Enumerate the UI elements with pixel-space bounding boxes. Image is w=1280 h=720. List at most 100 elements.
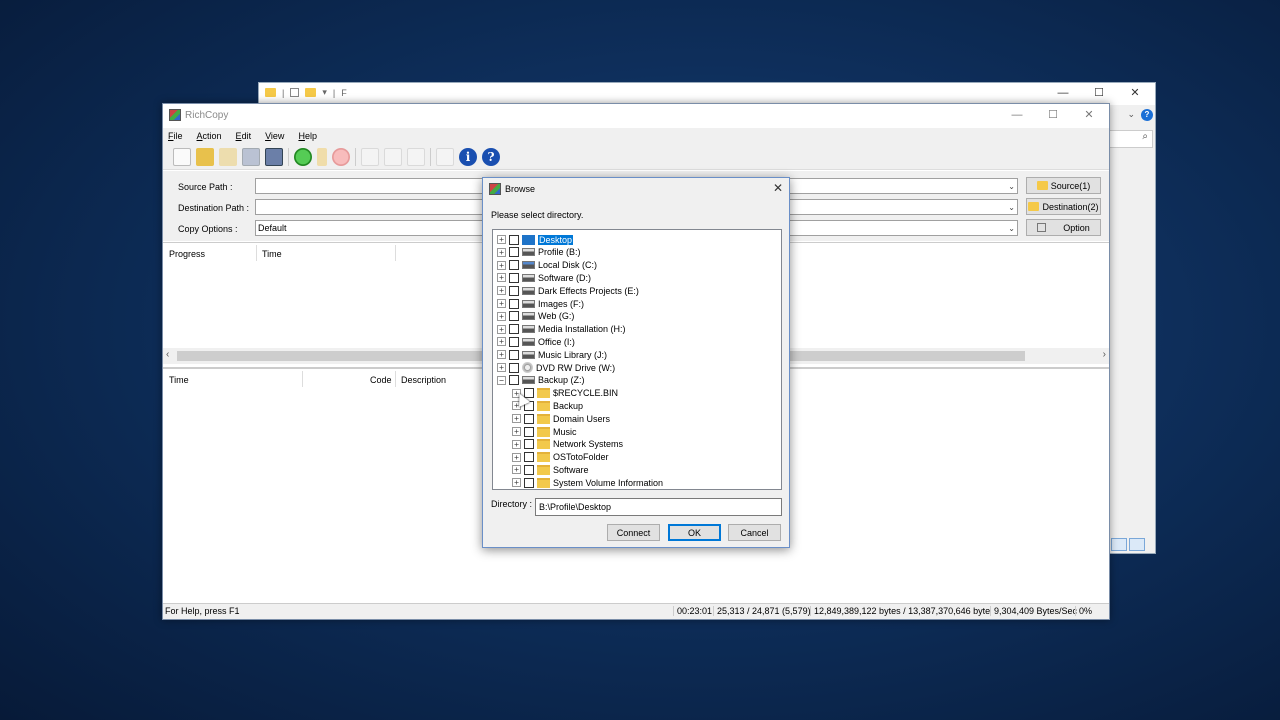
chevron-down-icon[interactable]: ⌄ — [1008, 201, 1015, 215]
tree-node[interactable]: + Music Library (J:) — [497, 348, 607, 361]
expand-ribbon-icon[interactable]: ⌄ — [1127, 109, 1135, 120]
checkbox[interactable] — [524, 477, 534, 488]
tree-node-label[interactable]: Images (F:) — [538, 299, 584, 309]
search-input[interactable]: ⌕ — [1109, 130, 1153, 148]
source-button[interactable]: Source(1) — [1026, 177, 1101, 194]
expand-icon[interactable]: + — [497, 273, 506, 283]
checkbox[interactable] — [509, 285, 519, 296]
expand-icon[interactable]: + — [497, 363, 506, 372]
expand-icon[interactable]: + — [512, 478, 521, 488]
tree-node[interactable]: + Media Installation (H:) — [497, 323, 626, 336]
copy-icon[interactable] — [384, 147, 402, 166]
connect-button[interactable]: Connect — [607, 524, 660, 541]
properties-icon[interactable] — [436, 147, 454, 166]
directory-tree[interactable]: + Desktop + Profile (B:) + Local Disk (C:) + So… — [492, 229, 782, 490]
minimize-button[interactable]: — — [1045, 87, 1081, 99]
destination-button[interactable]: Destination(2) — [1026, 198, 1101, 215]
expand-icon[interactable]: + — [497, 311, 506, 321]
tree-node[interactable]: + System Volume Information — [512, 476, 663, 489]
checkbox[interactable] — [509, 375, 519, 386]
column-log-time[interactable]: Time — [169, 375, 189, 385]
checkbox[interactable] — [509, 260, 519, 271]
tree-node[interactable]: + Network Systems — [512, 438, 623, 451]
maximize-button[interactable]: ☐ — [1035, 108, 1071, 121]
column-progress[interactable]: Progress — [169, 249, 205, 259]
tree-node-label[interactable]: Music — [553, 427, 577, 437]
tree-node[interactable]: + OSTotoFolder — [512, 451, 609, 464]
tree-node-label[interactable]: $RECYCLE.BIN — [553, 388, 618, 398]
tree-node[interactable]: + Web (G:) — [497, 310, 574, 323]
open-folder-icon[interactable] — [196, 147, 214, 166]
column-code[interactable]: Code — [370, 375, 392, 385]
tree-node[interactable]: + DVD RW Drive (W:) — [497, 361, 615, 374]
scroll-left-icon[interactable]: ‹ — [166, 349, 169, 360]
tree-node-label[interactable]: Software (D:) — [538, 273, 591, 283]
tree-node-label[interactable]: DVD RW Drive (W:) — [536, 363, 615, 373]
checkbox[interactable] — [509, 311, 519, 322]
menu-edit[interactable]: Edit — [236, 131, 252, 141]
checkbox[interactable] — [509, 272, 519, 283]
properties-icon[interactable] — [290, 88, 300, 97]
tree-node-label[interactable]: Backup (Z:) — [538, 375, 585, 385]
expand-icon[interactable]: + — [512, 465, 521, 475]
close-button[interactable]: ✕ — [773, 181, 783, 195]
expand-icon[interactable]: + — [497, 235, 506, 244]
checkbox[interactable] — [509, 362, 519, 373]
expand-icon[interactable]: + — [512, 439, 521, 449]
expand-icon[interactable]: + — [497, 247, 506, 257]
expand-icon[interactable]: + — [497, 337, 506, 347]
menu-view[interactable]: View — [265, 131, 284, 141]
close-button[interactable]: ✕ — [1071, 108, 1107, 121]
tree-node[interactable]: − Backup (Z:) — [497, 374, 585, 387]
close-button[interactable]: ✕ — [1117, 86, 1153, 99]
tree-node-label[interactable]: Software — [553, 465, 589, 475]
info-icon[interactable]: i — [459, 147, 477, 166]
option-button[interactable]: Option — [1026, 219, 1101, 236]
checkbox[interactable] — [524, 452, 534, 463]
large-icons-view-icon[interactable] — [1129, 538, 1145, 551]
cancel-button[interactable]: Cancel — [728, 524, 781, 541]
tree-node-label[interactable]: System Volume Information — [553, 478, 663, 488]
tree-node-label[interactable]: Desktop — [538, 234, 574, 245]
expand-icon[interactable]: + — [497, 324, 506, 334]
tree-node-label[interactable]: Web (G:) — [538, 311, 574, 321]
tree-node[interactable]: + Domain Users — [512, 412, 610, 425]
menu-file[interactable]: File — [168, 131, 183, 141]
tree-node-label[interactable]: Domain Users — [553, 414, 610, 424]
help-icon[interactable]: ? — [482, 147, 500, 166]
expand-icon[interactable]: + — [497, 299, 506, 308]
ok-button[interactable]: OK — [668, 524, 721, 541]
chevron-down-icon[interactable]: ⌄ — [1008, 222, 1015, 236]
checkbox[interactable] — [524, 413, 534, 424]
tree-node-label[interactable]: Media Installation (H:) — [538, 324, 626, 334]
checkbox[interactable] — [524, 464, 534, 475]
checkbox[interactable] — [509, 336, 519, 347]
customize-dropdown-icon[interactable]: ▾ — [322, 87, 327, 98]
save-icon[interactable] — [242, 147, 260, 166]
menu-help[interactable]: Help — [298, 131, 317, 141]
checkbox[interactable] — [509, 247, 519, 258]
tree-node-label[interactable]: Local Disk (C:) — [538, 260, 597, 270]
help-icon[interactable]: ? — [1141, 109, 1153, 121]
collapse-icon[interactable]: − — [497, 375, 506, 385]
pause-icon[interactable] — [317, 147, 327, 166]
paste-icon[interactable] — [407, 147, 425, 166]
tree-node[interactable]: + Software (D:) — [497, 271, 591, 284]
new-folder-icon[interactable] — [305, 88, 317, 97]
minimize-button[interactable]: — — [999, 109, 1035, 121]
stop-icon[interactable] — [332, 147, 350, 166]
tree-node[interactable]: + Local Disk (C:) — [497, 259, 597, 272]
checkbox[interactable] — [509, 298, 519, 309]
chevron-down-icon[interactable]: ⌄ — [1008, 180, 1015, 194]
tree-node-label[interactable]: OSTotoFolder — [553, 452, 609, 462]
scroll-right-icon[interactable]: › — [1103, 349, 1106, 360]
tree-node[interactable]: + Dark Effects Projects (E:) — [497, 284, 639, 297]
expand-icon[interactable]: + — [512, 414, 521, 424]
start-copy-icon[interactable] — [294, 147, 312, 166]
tree-node[interactable]: + Profile (B:) — [497, 246, 581, 259]
tree-node-label[interactable]: Network Systems — [553, 439, 623, 449]
column-description[interactable]: Description — [401, 375, 446, 385]
expand-icon[interactable]: + — [497, 260, 506, 270]
maximize-button[interactable]: ☐ — [1081, 86, 1117, 99]
tree-node-label[interactable]: Music Library (J:) — [538, 350, 607, 360]
